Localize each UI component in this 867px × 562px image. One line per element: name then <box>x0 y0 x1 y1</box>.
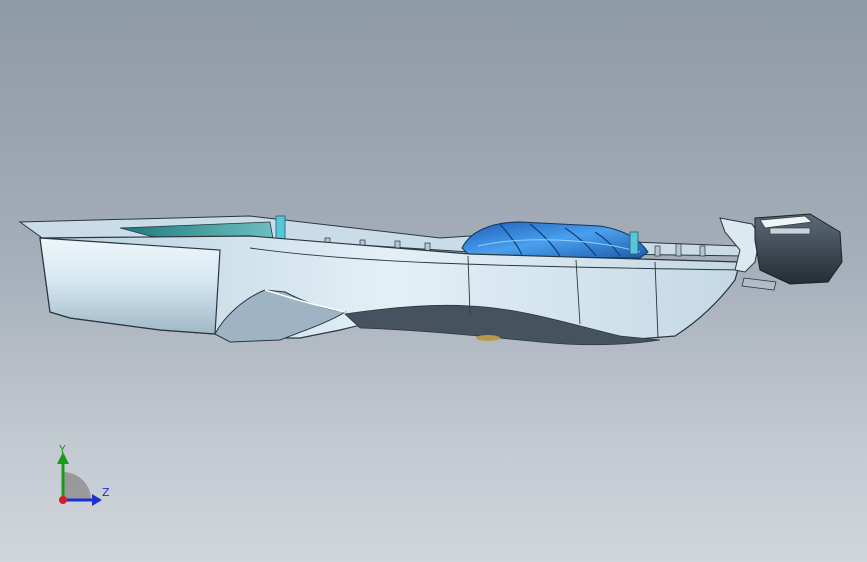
y-axis-label: Y <box>59 443 66 456</box>
cad-model[interactable] <box>0 0 867 562</box>
cad-viewport[interactable]: Y Z <box>0 0 867 562</box>
z-axis-label: Z <box>102 486 110 499</box>
x-axis-dot <box>59 496 67 504</box>
orientation-triad: Y Z <box>40 438 130 518</box>
axis-triad-graphic <box>57 452 102 506</box>
hull-front-face <box>39 237 221 335</box>
cyan-post-rear <box>629 231 639 255</box>
